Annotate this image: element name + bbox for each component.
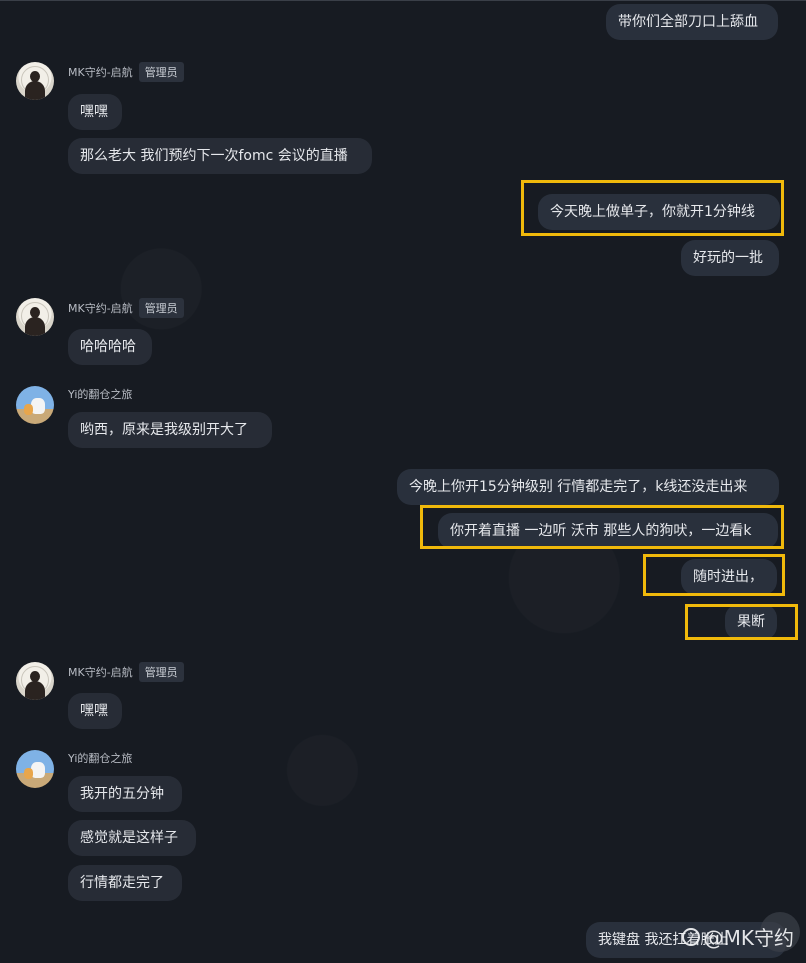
- avatar[interactable]: [16, 386, 54, 424]
- avatar[interactable]: [16, 662, 54, 700]
- message-bubble-outgoing[interactable]: 带你们全部刀口上舔血: [606, 4, 778, 40]
- avatar-figure-orange: [24, 404, 33, 415]
- sender-header: Yi的翻仓之旅: [68, 386, 132, 402]
- sender-name[interactable]: Yi的翻仓之旅: [68, 750, 132, 766]
- avatar[interactable]: [16, 750, 54, 788]
- message-text: 我开的五分钟: [80, 786, 164, 802]
- message-text: 好玩的一批: [693, 250, 763, 266]
- highlight-box: [420, 505, 784, 549]
- watermark: @MK守约: [681, 922, 794, 951]
- sender-header: Yi的翻仓之旅: [68, 750, 132, 766]
- message-bubble-outgoing[interactable]: 好玩的一批: [681, 240, 779, 276]
- highlight-box: [685, 604, 798, 640]
- message-bubble[interactable]: 感觉就是这样子: [68, 820, 196, 856]
- avatar-figure-white: [31, 398, 45, 414]
- avatar[interactable]: [16, 62, 54, 100]
- message-text: 行情都走完了: [80, 875, 164, 891]
- sender-name[interactable]: MK守约-启航: [68, 64, 133, 80]
- message-text: 带你们全部刀口上舔血: [618, 14, 758, 30]
- watermark-text: @MK守约: [703, 926, 794, 950]
- avatar[interactable]: [16, 298, 54, 336]
- message-text: 嘿嘿: [80, 104, 108, 120]
- message-bubble[interactable]: 那么老大 我们预约下一次fomc 会议的直播: [68, 138, 372, 174]
- avatar-figure-body: [25, 681, 45, 700]
- message-bubble-outgoing[interactable]: 今晚上你开15分钟级别 行情都走完了，k线还没走出来: [397, 469, 779, 505]
- sender-header: MK守约-启航 管理员: [68, 298, 184, 318]
- message-bubble[interactable]: 我开的五分钟: [68, 776, 182, 812]
- avatar-figure-orange: [24, 768, 33, 779]
- watermark-logo-icon: [681, 927, 700, 946]
- message-text: 哟西，原来是我级别开大了: [80, 422, 248, 438]
- avatar-figure-white: [31, 762, 45, 778]
- avatar-figure-body: [25, 81, 45, 100]
- message-bubble[interactable]: 嘿嘿: [68, 94, 122, 130]
- highlight-box: [643, 554, 785, 596]
- chat-area: 带你们全部刀口上舔血 MK守约-启航 管理员 嘿嘿 那么老大 我们预约下一次fo…: [0, 0, 806, 963]
- highlight-box: [521, 180, 784, 236]
- admin-badge: 管理员: [138, 62, 184, 82]
- message-bubble[interactable]: 哟西，原来是我级别开大了: [68, 412, 272, 448]
- message-text: 嘿嘿: [80, 703, 108, 719]
- message-text: 今晚上你开15分钟级别 行情都走完了，k线还没走出来: [409, 479, 748, 495]
- sender-name[interactable]: MK守约-启航: [68, 300, 133, 316]
- sender-header: MK守约-启航 管理员: [68, 662, 184, 682]
- avatar-figure-body: [25, 317, 45, 336]
- divider: [0, 0, 806, 1]
- sender-name[interactable]: Yi的翻仓之旅: [68, 386, 132, 402]
- sender-name[interactable]: MK守约-启航: [68, 664, 133, 680]
- message-bubble[interactable]: 哈哈哈哈: [68, 329, 152, 365]
- message-bubble[interactable]: 行情都走完了: [68, 865, 182, 901]
- admin-badge: 管理员: [138, 298, 184, 318]
- admin-badge: 管理员: [138, 662, 184, 682]
- message-text: 那么老大 我们预约下一次fomc 会议的直播: [80, 148, 348, 164]
- message-bubble[interactable]: 嘿嘿: [68, 693, 122, 729]
- message-text: 感觉就是这样子: [80, 830, 178, 846]
- sender-header: MK守约-启航 管理员: [68, 62, 184, 82]
- message-text: 哈哈哈哈: [80, 339, 136, 355]
